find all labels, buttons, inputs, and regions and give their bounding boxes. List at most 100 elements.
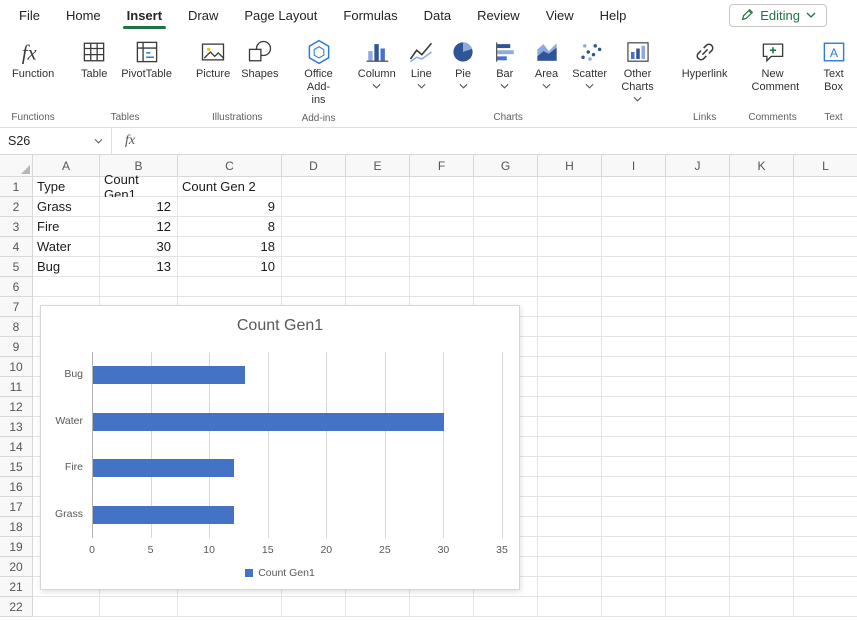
cell-i22[interactable] [602,597,666,617]
row-header-17[interactable]: 17 [0,497,33,517]
ribbon-button-column[interactable]: Column [354,34,400,91]
chart-title[interactable]: Count Gen1 [41,317,519,335]
cell-a1[interactable]: Type [33,177,100,197]
menu-tab-insert[interactable]: Insert [114,0,175,30]
cell-a5[interactable]: Bug [33,257,100,277]
cell-i3[interactable] [602,217,666,237]
cell-c3[interactable]: 8 [178,217,282,237]
cell-i19[interactable] [602,537,666,557]
insert-function-fx-icon[interactable]: fx [112,128,148,154]
cell-k10[interactable] [730,357,794,377]
chart-bar-grass[interactable] [93,506,234,524]
cell-e22[interactable] [346,597,410,617]
cell-g2[interactable] [474,197,538,217]
cell-j3[interactable] [666,217,730,237]
cell-j7[interactable] [666,297,730,317]
cell-k11[interactable] [730,377,794,397]
row-header-21[interactable]: 21 [0,577,33,597]
cell-k7[interactable] [730,297,794,317]
menu-tab-view[interactable]: View [533,0,587,30]
cell-i17[interactable] [602,497,666,517]
cell-d2[interactable] [282,197,346,217]
cell-j1[interactable] [666,177,730,197]
ribbon-button-scatter[interactable]: Scatter [568,34,611,91]
cell-h10[interactable] [538,357,602,377]
menu-tab-draw[interactable]: Draw [175,0,231,30]
cell-l22[interactable] [794,597,857,617]
cell-h5[interactable] [538,257,602,277]
row-header-18[interactable]: 18 [0,517,33,537]
cell-b5[interactable]: 13 [100,257,178,277]
row-header-13[interactable]: 13 [0,417,33,437]
col-header-l[interactable]: L [794,155,857,177]
cell-e1[interactable] [346,177,410,197]
ribbon-button-text-box[interactable]: AText Box [813,34,855,96]
row-header-11[interactable]: 11 [0,377,33,397]
row-header-22[interactable]: 22 [0,597,33,617]
cell-h9[interactable] [538,337,602,357]
cell-c2[interactable]: 9 [178,197,282,217]
menu-tab-review[interactable]: Review [464,0,533,30]
cell-c6[interactable] [178,277,282,297]
cell-d5[interactable] [282,257,346,277]
cell-j10[interactable] [666,357,730,377]
cell-j14[interactable] [666,437,730,457]
cell-l6[interactable] [794,277,857,297]
cell-b22[interactable] [100,597,178,617]
row-header-10[interactable]: 10 [0,357,33,377]
cell-b4[interactable]: 30 [100,237,178,257]
cell-j18[interactable] [666,517,730,537]
cell-h18[interactable] [538,517,602,537]
col-header-c[interactable]: C [178,155,282,177]
cell-h6[interactable] [538,277,602,297]
cell-i21[interactable] [602,577,666,597]
cell-b6[interactable] [100,277,178,297]
row-header-3[interactable]: 3 [0,217,33,237]
cell-i9[interactable] [602,337,666,357]
cell-b1[interactable]: Count Gen1 [100,177,178,197]
cell-f2[interactable] [410,197,474,217]
cell-k13[interactable] [730,417,794,437]
cell-j22[interactable] [666,597,730,617]
cell-l12[interactable] [794,397,857,417]
cell-i11[interactable] [602,377,666,397]
cell-j8[interactable] [666,317,730,337]
cell-j12[interactable] [666,397,730,417]
ribbon-button-pie[interactable]: Pie [443,34,484,91]
ribbon-button-function[interactable]: fxFunction [7,34,59,83]
cell-j6[interactable] [666,277,730,297]
cell-h15[interactable] [538,457,602,477]
cell-d1[interactable] [282,177,346,197]
chart-legend[interactable]: Count Gen1 [41,567,519,579]
ribbon-button-office-add-ins[interactable]: Office Add-ins [298,34,340,110]
col-header-j[interactable]: J [666,155,730,177]
cell-h3[interactable] [538,217,602,237]
menu-tab-data[interactable]: Data [411,0,464,30]
cell-k12[interactable] [730,397,794,417]
ribbon-button-bar[interactable]: Bar [484,34,525,91]
cell-l14[interactable] [794,437,857,457]
cell-k20[interactable] [730,557,794,577]
col-header-i[interactable]: I [602,155,666,177]
menu-tab-home[interactable]: Home [53,0,114,30]
cell-j16[interactable] [666,477,730,497]
cell-j20[interactable] [666,557,730,577]
cell-j19[interactable] [666,537,730,557]
select-all-corner[interactable] [0,155,33,177]
cell-i18[interactable] [602,517,666,537]
cell-d22[interactable] [282,597,346,617]
ribbon-button-shapes[interactable]: Shapes [236,34,283,83]
cell-l20[interactable] [794,557,857,577]
embedded-chart[interactable]: Count Gen1 Count Gen1 05101520253035BugW… [40,305,520,590]
cell-j9[interactable] [666,337,730,357]
cell-k1[interactable] [730,177,794,197]
cell-k17[interactable] [730,497,794,517]
cell-g1[interactable] [474,177,538,197]
ribbon-button-table[interactable]: Table [73,34,115,83]
cell-l10[interactable] [794,357,857,377]
name-box-chevron-down-icon[interactable] [94,138,103,144]
cell-i20[interactable] [602,557,666,577]
cell-i10[interactable] [602,357,666,377]
cell-f3[interactable] [410,217,474,237]
col-header-g[interactable]: G [474,155,538,177]
